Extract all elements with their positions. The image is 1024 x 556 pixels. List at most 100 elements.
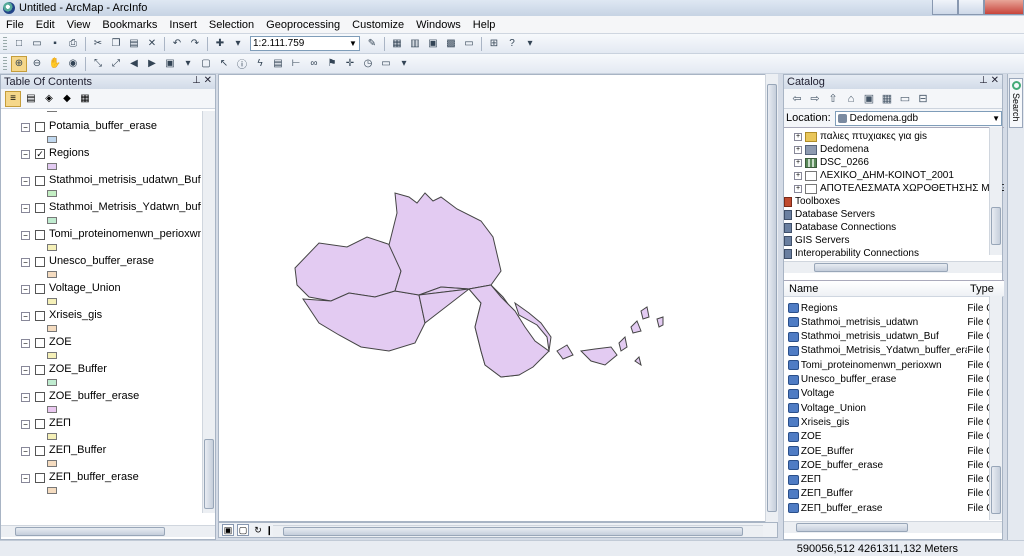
catalog-tree-item[interactable]: + Dedomena xyxy=(794,143,869,156)
editor-toolbar-icon[interactable]: ✎ xyxy=(364,36,380,52)
layer-symbol-swatch[interactable] xyxy=(47,271,57,278)
map-scale-combo[interactable]: 1:2.111.759 ▼ xyxy=(250,36,360,51)
chevron-down-icon[interactable]: ▾ xyxy=(230,36,246,52)
layer-symbol-swatch[interactable] xyxy=(47,244,57,251)
collapse-toggle-icon[interactable]: − xyxy=(21,285,30,294)
copy-icon[interactable]: ❐ xyxy=(108,36,124,52)
delete-icon[interactable]: ✕ xyxy=(144,36,160,52)
catalog-window-icon[interactable]: ▥ xyxy=(407,36,423,52)
toc-layer-item[interactable] xyxy=(1,111,201,118)
layer-visibility-checkbox[interactable] xyxy=(35,392,45,402)
layer-symbol-swatch[interactable] xyxy=(47,325,57,332)
catalog-tree-item[interactable]: + παλιες πτυχιακες για gis xyxy=(794,130,927,143)
layer-symbol-swatch[interactable] xyxy=(47,433,57,440)
menu-windows[interactable]: Windows xyxy=(410,19,467,31)
go-to-xy-icon[interactable]: ✛ xyxy=(342,56,358,72)
paste-icon[interactable]: ▤ xyxy=(126,36,142,52)
toc-layer-item[interactable]: − Stathmoi_Metrisis_Ydatwn_buffer_eras xyxy=(1,199,201,226)
toc-layer-item[interactable]: − Tomi_proteinomenwn_perioxwn xyxy=(1,226,201,253)
collapse-toggle-icon[interactable]: − xyxy=(21,447,30,456)
layer-name[interactable]: ZOE_Buffer xyxy=(49,363,107,375)
menu-file[interactable]: File xyxy=(0,19,30,31)
refresh-icon[interactable]: ↻ xyxy=(252,524,264,536)
home-folder-icon[interactable]: ⌂ xyxy=(842,93,860,105)
pan-hand-icon[interactable]: ✋ xyxy=(47,56,63,72)
collapse-toggle-icon[interactable]: − xyxy=(21,339,30,348)
scrollbar-thumb[interactable] xyxy=(204,439,214,509)
zoom-in-icon[interactable]: ⊕ xyxy=(11,55,27,72)
menu-view[interactable]: View xyxy=(61,19,97,31)
cut-icon[interactable]: ✂ xyxy=(90,36,106,52)
find-route-icon[interactable]: ⚑ xyxy=(324,56,340,72)
catalog-root-item[interactable]: Interoperability Connections xyxy=(784,247,919,260)
menu-customize[interactable]: Customize xyxy=(346,19,410,31)
open-folder-icon[interactable]: ▭ xyxy=(29,36,45,52)
catalog-tree-item[interactable]: + DSC_0266 xyxy=(794,156,869,169)
catalog-contents-row[interactable]: Stathmoi_metrisis_udatwn File G xyxy=(784,315,994,329)
hyperlink-icon[interactable]: ϟ xyxy=(252,56,268,72)
collapse-toggle-icon[interactable]: − xyxy=(21,366,30,375)
toc-layer-item[interactable]: − ZOE_Buffer xyxy=(1,361,201,388)
menu-insert[interactable]: Insert xyxy=(163,19,203,31)
catalog-root-item[interactable]: Database Connections xyxy=(784,221,896,234)
layer-symbol-swatch[interactable] xyxy=(47,136,57,143)
collapse-toggle-icon[interactable]: − xyxy=(21,204,30,213)
forward-arrow-icon[interactable]: ▶ xyxy=(144,56,160,72)
scrollbar-thumb[interactable] xyxy=(767,84,777,512)
catalog-root-item[interactable]: GIS Servers xyxy=(784,234,849,247)
expand-toggle-icon[interactable]: + xyxy=(794,145,802,154)
help-icon[interactable]: ? xyxy=(504,36,520,52)
catalog-root-item[interactable]: Toolboxes xyxy=(784,195,840,208)
toc-layer-item[interactable]: − Stathmoi_metrisis_udatwn_Buf xyxy=(1,172,201,199)
menu-geoprocessing[interactable]: Geoprocessing xyxy=(260,19,346,31)
list-by-drawing-order-icon[interactable]: ≡ xyxy=(5,90,21,107)
select-elements-arrow-icon[interactable]: ↖ xyxy=(216,56,232,72)
catalog-contents-row[interactable]: ZOE_buffer_erase File G xyxy=(784,458,994,472)
catalog-tree-vertical-scrollbar[interactable] xyxy=(989,127,1002,255)
layout-view-icon[interactable]: ▢ xyxy=(237,524,249,536)
collapse-toggle-icon[interactable]: − xyxy=(21,150,30,159)
layer-visibility-checkbox[interactable] xyxy=(35,311,45,321)
toc-layer-item[interactable]: − ✓ Regions xyxy=(1,145,201,172)
layer-visibility-checkbox[interactable] xyxy=(35,284,45,294)
collapse-toggle-icon[interactable]: − xyxy=(21,393,30,402)
collapse-toggle-icon[interactable]: − xyxy=(21,420,30,429)
redo-icon[interactable]: ↷ xyxy=(187,36,203,52)
catalog-contents-row[interactable]: ΖΕΠ_Buffer File G xyxy=(784,487,994,501)
save-icon[interactable]: ▪ xyxy=(47,36,63,52)
layer-name[interactable]: Stathmoi_metrisis_udatwn_Buf xyxy=(49,174,201,186)
expand-toggle-icon[interactable]: + xyxy=(794,132,802,141)
layer-name[interactable]: Unesco_buffer_erase xyxy=(49,255,154,267)
identify-icon[interactable]: ⓘ xyxy=(234,56,250,72)
menu-selection[interactable]: Selection xyxy=(203,19,260,31)
layer-visibility-checkbox[interactable] xyxy=(35,338,45,348)
layer-name[interactable]: Xriseis_gis xyxy=(49,309,102,321)
minimize-button[interactable] xyxy=(932,0,958,15)
chevron-down-icon[interactable]: ▾ xyxy=(180,56,196,72)
views-icon[interactable]: ▦ xyxy=(878,92,896,105)
layer-name[interactable]: Potamia_buffer_erase xyxy=(49,120,157,132)
scrollbar-thumb[interactable] xyxy=(814,263,948,272)
forward-arrow-icon[interactable]: ⇨ xyxy=(806,92,824,105)
layer-visibility-checkbox[interactable] xyxy=(35,365,45,375)
layer-symbol-swatch[interactable] xyxy=(47,217,57,224)
island[interactable] xyxy=(630,320,642,334)
collapse-toggle-icon[interactable]: − xyxy=(21,258,30,267)
island[interactable] xyxy=(579,346,618,366)
catalog-contents-row[interactable]: ΖΕΠ File G xyxy=(784,473,994,487)
toc-layer-item[interactable]: − Voltage_Union xyxy=(1,280,201,307)
catalog-contents-row[interactable]: Voltage File G xyxy=(784,387,994,401)
toc-layer-item[interactable]: − ΖΕΠ_buffer_erase xyxy=(1,469,201,496)
layer-symbol-swatch[interactable] xyxy=(47,163,57,170)
region-polygon[interactable] xyxy=(302,290,426,352)
toggle-contents-icon[interactable]: ⊟ xyxy=(914,92,932,105)
layer-name[interactable]: ZOE_buffer_erase xyxy=(49,390,139,402)
layer-visibility-checkbox[interactable] xyxy=(35,176,45,186)
layer-visibility-checkbox[interactable] xyxy=(35,473,45,483)
layer-symbol-swatch[interactable] xyxy=(47,406,57,413)
close-icon[interactable]: ✕ xyxy=(204,75,212,86)
layer-symbol-swatch[interactable] xyxy=(47,379,57,386)
expand-toggle-icon[interactable]: + xyxy=(794,158,802,167)
catalog-contents-row[interactable]: Stathmoi_Metrisis_Ydatwn_buffer_erase Fil… xyxy=(784,344,994,358)
html-popup-icon[interactable]: ▤ xyxy=(270,56,286,72)
